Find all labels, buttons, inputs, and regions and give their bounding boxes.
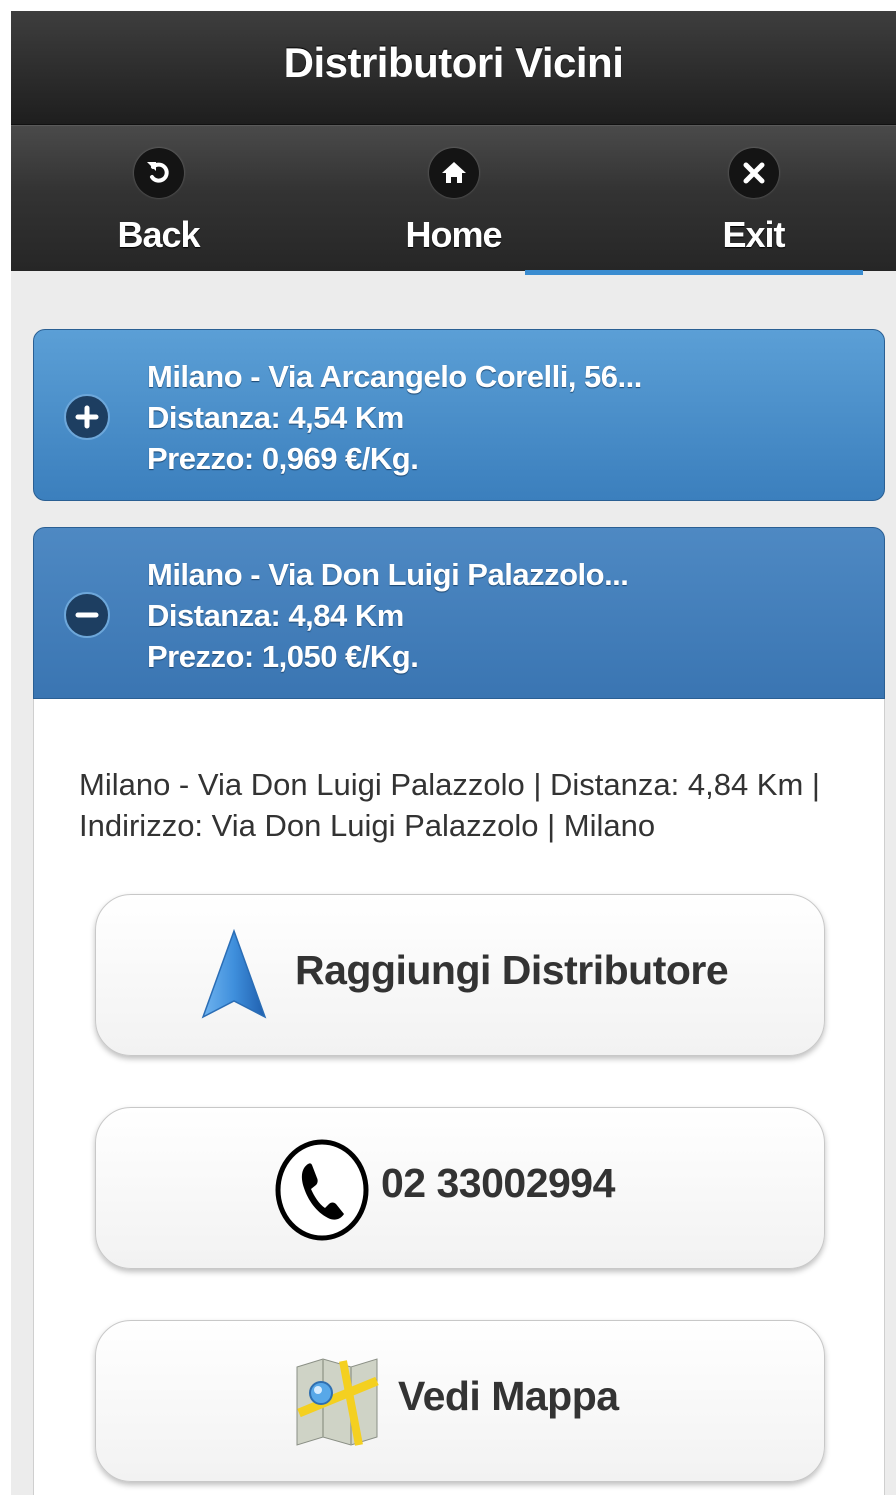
phone-number: 02 33002994 <box>381 1160 615 1206</box>
exit-label: Exit <box>722 214 785 255</box>
station-collapsible-2[interactable]: Milano - Via Don Luigi Palazzolo... Dist… <box>33 527 885 699</box>
active-tab-indicator <box>525 270 863 275</box>
back-arrow-icon <box>134 148 184 198</box>
map-icon <box>296 1358 379 1446</box>
header-bar: Distributori Vicini <box>11 11 896 125</box>
map-label: Vedi Mappa <box>398 1373 619 1419</box>
station-collapsible-1[interactable]: Milano - Via Arcangelo Corelli, 56... Di… <box>33 329 885 501</box>
navbar: Back Home Exit <box>11 125 896 271</box>
map-button[interactable]: Vedi Mappa <box>95 1320 825 1482</box>
home-label: Home <box>405 214 502 255</box>
back-label: Back <box>117 214 200 255</box>
home-icon <box>429 148 479 198</box>
navigation-arrow-icon <box>201 929 267 1019</box>
station-2-price: Prezzo: 1,050 €/Kg. <box>147 639 419 674</box>
phone-button[interactable]: 02 33002994 <box>95 1107 825 1269</box>
station-2-details: Milano - Via Don Luigi Palazzolo | Dista… <box>33 699 885 1495</box>
station-2-info: Milano - Via Don Luigi Palazzolo... Dist… <box>147 554 629 677</box>
station-1-info: Milano - Via Arcangelo Corelli, 56... Di… <box>147 356 642 479</box>
station-description: Milano - Via Don Luigi Palazzolo | Dista… <box>79 767 820 843</box>
station-2-distance: Distanza: 4,84 Km <box>147 598 404 633</box>
station-1-title: Milano - Via Arcangelo Corelli, 56... <box>147 359 642 394</box>
app-screen: Distributori Vicini Back Home Exit Milan… <box>11 11 896 1495</box>
page-title: Distributori Vicini <box>283 39 624 86</box>
navigate-button[interactable]: Raggiungi Distributore <box>95 894 825 1056</box>
station-1-distance: Distanza: 4,54 Km <box>147 400 404 435</box>
exit-button[interactable]: Exit <box>601 126 896 272</box>
station-1-price: Prezzo: 0,969 €/Kg. <box>147 441 419 476</box>
navigate-label: Raggiungi Distributore <box>295 947 729 993</box>
back-button[interactable]: Back <box>11 126 306 272</box>
phone-icon <box>275 1139 369 1241</box>
station-2-title: Milano - Via Don Luigi Palazzolo... <box>147 557 629 592</box>
plus-icon <box>64 394 110 440</box>
minus-icon <box>64 592 110 638</box>
home-button[interactable]: Home <box>306 126 601 272</box>
close-icon <box>729 148 779 198</box>
